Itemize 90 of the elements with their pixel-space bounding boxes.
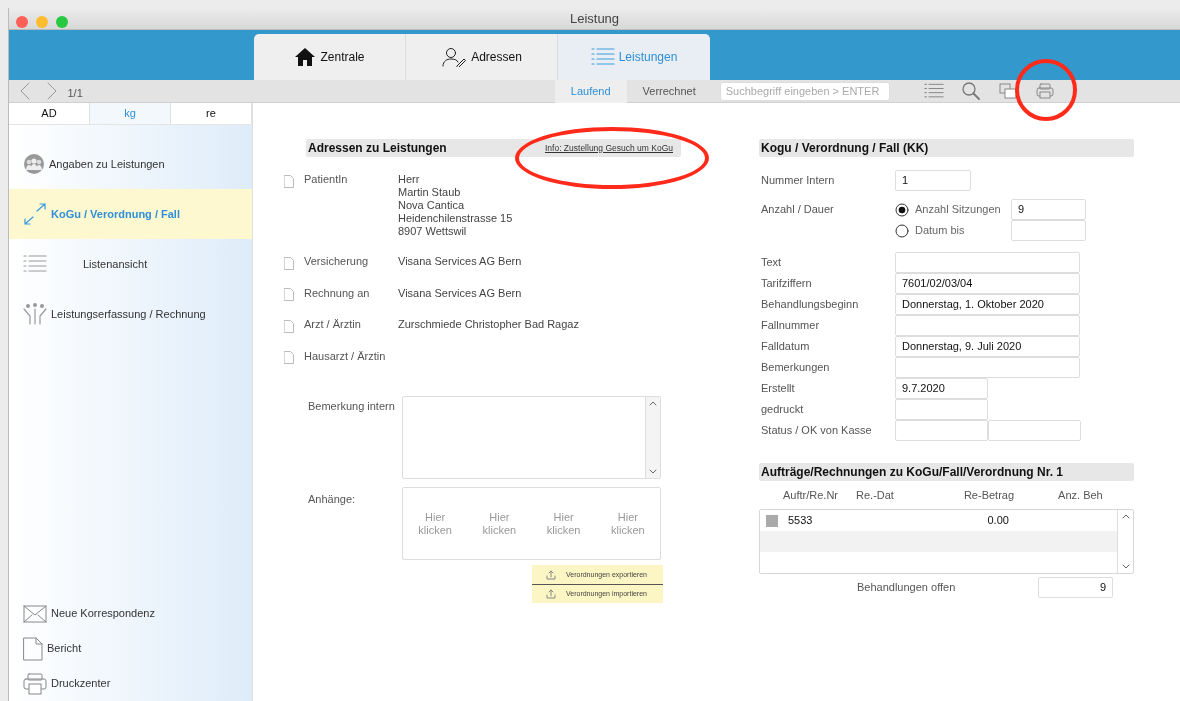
- column-header: Re.-Dat: [856, 488, 894, 503]
- input-field[interactable]: [895, 357, 1080, 378]
- sidebar-item[interactable]: Neue Korrespondenz: [9, 596, 252, 631]
- sidebar-item[interactable]: Leistungserfassung / Rechnung: [9, 289, 252, 339]
- nav-tab[interactable]: Adressen: [406, 34, 558, 80]
- table-cell-text: 0.00: [987, 512, 1009, 528]
- address-text: Herr Martin Staub Nova Cantica Heidenchilenstrasse 15 8907 Wettswil: [398, 173, 513, 238]
- window-controls-drawing: [16, 16, 70, 29]
- field-label: Falldatum: [760, 339, 811, 354]
- input-field[interactable]: [988, 420, 1081, 441]
- envelope-icon: [23, 604, 47, 623]
- input-field[interactable]: [895, 252, 1080, 273]
- window-title: Leistung: [569, 9, 620, 28]
- radio-button[interactable]: [895, 202, 909, 217]
- filter-tab[interactable]: Verrechnet: [626, 79, 712, 103]
- field-label: Anzahl / Dauer: [760, 202, 835, 217]
- field-label: PatientIn: [303, 173, 349, 187]
- search-icon[interactable]: [961, 82, 980, 100]
- field-label: Tarifziffern: [760, 276, 813, 291]
- people-icon: [23, 303, 47, 325]
- field-label: Bemerkungen: [760, 360, 831, 375]
- upload-icon: [546, 569, 556, 580]
- field-label: Fallnummer: [760, 318, 821, 333]
- sidebar-item[interactable]: Bericht: [9, 631, 252, 666]
- input-field[interactable]: [895, 420, 988, 441]
- field-label: Anhänge:: [307, 492, 357, 508]
- nav-tab[interactable]: Zentrale: [254, 34, 406, 80]
- page-counter: 1/1: [67, 85, 83, 101]
- field-label: Behandlungen offen: [857, 579, 956, 595]
- radio-button[interactable]: [895, 223, 909, 238]
- field-label: Text: [760, 255, 783, 270]
- field-label: Nummer Intern: [760, 173, 836, 188]
- input-field[interactable]: 7601/02/03/04: [895, 273, 1080, 294]
- house-icon: [294, 47, 317, 67]
- copy-icon[interactable]: [998, 83, 1017, 99]
- document-icon: [284, 351, 294, 365]
- field-label: Hausarzt / Ärztin: [303, 349, 387, 364]
- person-edit-icon: [441, 47, 468, 67]
- scroll-down-icon[interactable]: [1121, 563, 1130, 569]
- field-label: Erstellt: [760, 381, 796, 396]
- field-label: gedruckt: [760, 402, 805, 417]
- input-field[interactable]: [1011, 220, 1086, 241]
- address-text: Visana Services AG Bern: [398, 286, 522, 301]
- section-title: Aufträge/Rechnungen zu KoGu/Fall/Verordnung Nr. 1: [761, 464, 1064, 481]
- table-cell-text: 5533: [788, 512, 813, 528]
- field-label: Arzt / Ärztin: [303, 318, 362, 333]
- list-icon: [590, 47, 615, 67]
- row-status-icon: [766, 514, 778, 527]
- field-label: Versicherung: [303, 255, 370, 269]
- document-icon: [284, 174, 294, 188]
- info-link[interactable]: Info: Zustellung Gesuch um KoGu: [544, 141, 673, 155]
- document-icon: [23, 636, 43, 661]
- field-label: Rechnung an: [303, 286, 371, 301]
- scroll-up-icon[interactable]: [1121, 513, 1130, 519]
- document-icon: [284, 288, 294, 302]
- upload-icon: [546, 589, 556, 600]
- sidebar-item[interactable]: Druckzenter: [9, 666, 252, 701]
- section-title: Adressen zu Leistungen: [308, 140, 447, 157]
- input-field[interactable]: 9: [1038, 576, 1113, 598]
- search-field[interactable]: Suchbegriff eingeben > ENTER: [719, 81, 890, 101]
- column-header: Anz. Beh: [1058, 488, 1103, 503]
- printer-icon: [23, 672, 47, 695]
- sidebar-item[interactable]: Listenansicht: [9, 239, 252, 289]
- address-text: Visana Services AG Bern: [398, 255, 522, 269]
- scroll-down-icon[interactable]: [649, 469, 657, 475]
- document-icon: [284, 319, 294, 333]
- document-icon: [284, 256, 294, 270]
- list-icon: [23, 254, 47, 274]
- input-field[interactable]: [895, 399, 988, 420]
- radio-label: Anzahl Sitzungen: [915, 202, 1002, 218]
- column-header: Auftr/Re.Nr: [783, 488, 838, 503]
- field-label: Status / OK von Kasse: [760, 423, 873, 438]
- input-field[interactable]: 9.7.2020: [895, 378, 988, 399]
- input-field[interactable]: 9: [1011, 199, 1086, 220]
- group-icon: [23, 153, 45, 175]
- address-text: Zurschmiede Christopher Bad Ragaz: [398, 318, 579, 333]
- section-title: Kogu / Verordnung / Fall (KK): [761, 140, 929, 157]
- input-field[interactable]: 1: [895, 170, 971, 191]
- remark-field[interactable]: [402, 396, 661, 480]
- field-label: Bemerkung intern: [307, 399, 396, 415]
- input-field[interactable]: [895, 315, 1080, 336]
- input-field[interactable]: Donnerstag, 1. Oktober 2020: [895, 294, 1080, 315]
- printer-icon[interactable]: [1035, 83, 1054, 99]
- input-field[interactable]: Donnerstag, 9. Juli 2020: [895, 336, 1080, 357]
- sidebar-item[interactable]: Angaben zu Leistungen: [9, 139, 252, 189]
- field-label: Behandlungsbeginn: [760, 297, 860, 312]
- scroll-up-icon[interactable]: [649, 401, 657, 407]
- column-header: Re-Betrag: [963, 488, 1015, 503]
- radio-label: Datum bis: [915, 223, 966, 239]
- expand-arrows-icon: [23, 203, 47, 225]
